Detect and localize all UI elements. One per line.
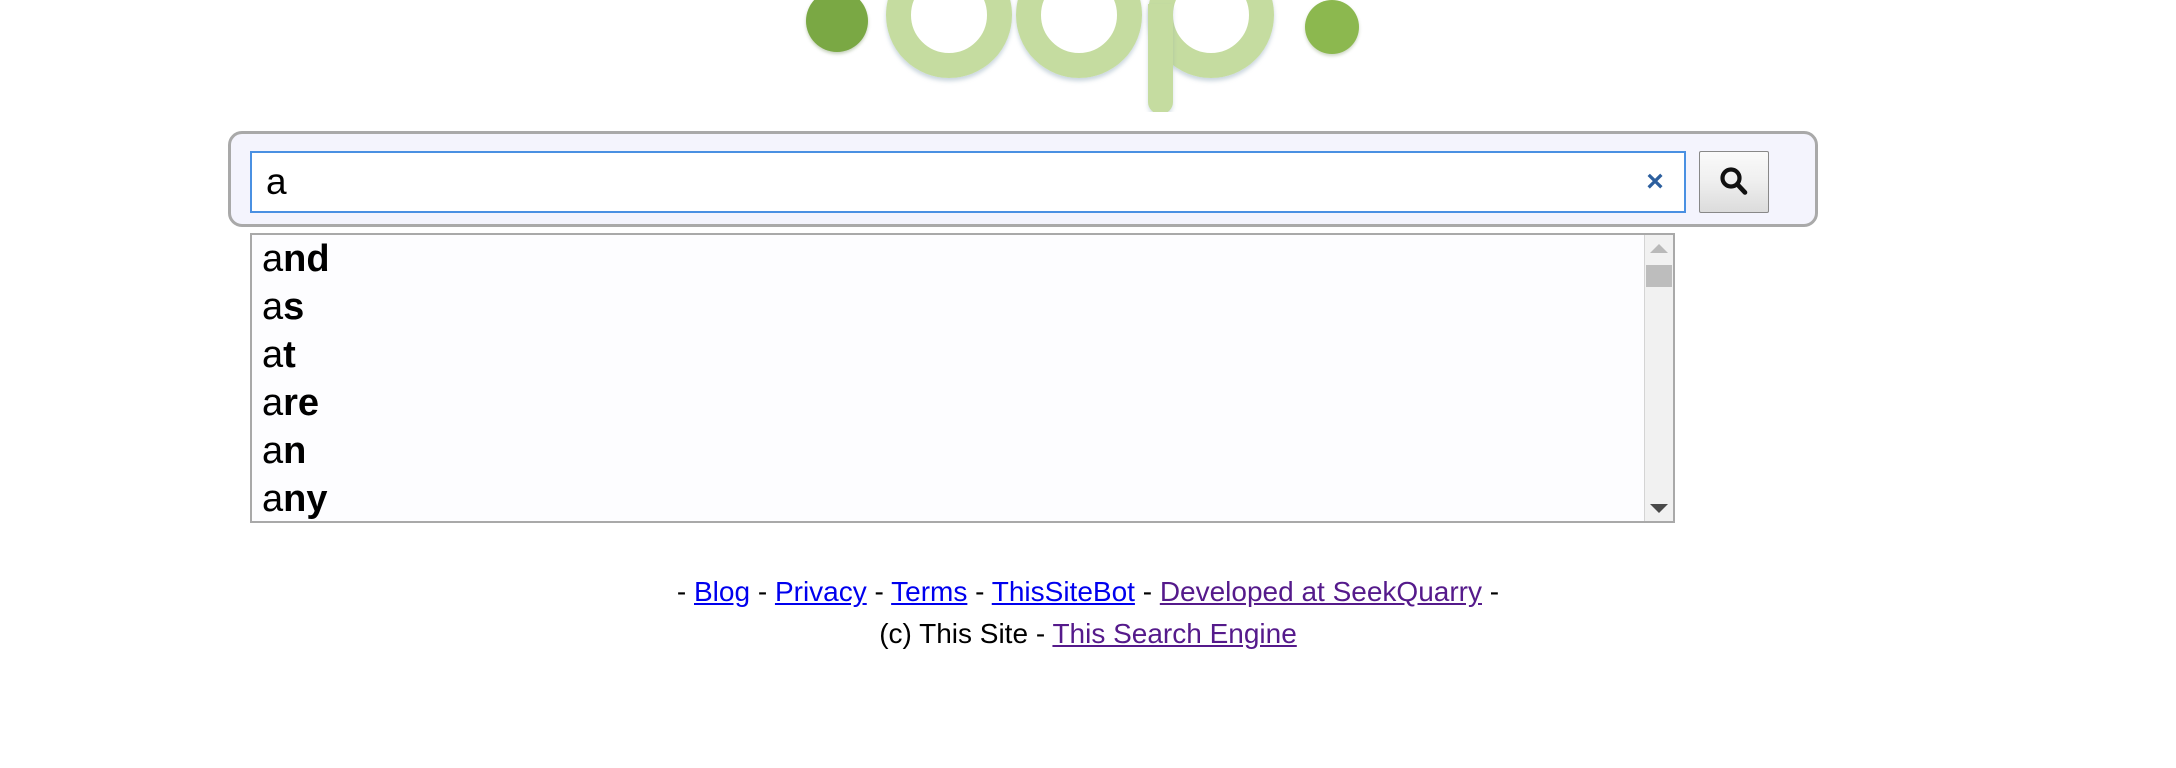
suggestions-scrollbar[interactable] [1644, 235, 1673, 521]
suggestion-item[interactable]: are [252, 379, 1643, 427]
logo-letter-p-stem-icon [1148, 4, 1173, 112]
search-submit-button[interactable] [1699, 151, 1769, 213]
suggestion-completion: re [283, 382, 320, 424]
search-input[interactable] [252, 153, 1632, 211]
footer-link-developed-at-seekquarry[interactable]: Developed at SeekQuarry [1160, 576, 1482, 607]
scroll-up-icon[interactable] [1645, 237, 1673, 259]
suggestion-prefix: a [262, 382, 284, 424]
suggestion-item[interactable]: at [252, 331, 1643, 379]
suggestion-item[interactable]: any [252, 475, 1643, 521]
footer-link-privacy[interactable]: Privacy [775, 576, 867, 607]
footer-link-terms[interactable]: Terms [891, 576, 967, 607]
logo-trailing-dot-icon [1305, 0, 1359, 54]
magnifier-icon [1720, 167, 1748, 195]
footer-link-this-search-engine[interactable]: This Search Engine [1052, 618, 1296, 649]
suggestion-prefix: a [262, 238, 284, 280]
logo-dot-i-icon [806, 0, 868, 52]
suggestion-list: and as at are an any [252, 235, 1643, 521]
search-bar-container: × [228, 131, 1818, 227]
page-footer: - Blog - Privacy - Terms - ThisSiteBot -… [0, 572, 2176, 654]
scrollbar-thumb[interactable] [1646, 265, 1672, 287]
scroll-down-icon[interactable] [1645, 497, 1673, 519]
suggestion-item[interactable]: as [252, 283, 1643, 331]
footer-separator: - [757, 576, 768, 607]
footer-separator: - [874, 576, 884, 607]
footer-link-blog[interactable]: Blog [694, 576, 750, 607]
footer-separator: - [1142, 576, 1153, 607]
site-logo[interactable] [0, 0, 2176, 112]
footer-copyright-row: (c) This Site - This Search Engine [0, 614, 2176, 654]
footer-lead-dash: - [676, 576, 687, 607]
suggestion-prefix: a [262, 286, 284, 328]
footer-trail-dash: - [1489, 576, 1500, 607]
logo-letter-o-first-icon [886, 0, 1012, 78]
copyright-text: (c) This Site [879, 618, 1029, 649]
search-form: × [250, 151, 1802, 213]
footer-separator: - [975, 576, 985, 607]
suggestion-completion: t [283, 334, 296, 376]
suggestion-completion: nd [283, 238, 330, 280]
suggestion-item[interactable]: and [252, 235, 1643, 283]
suggestion-completion: ny [283, 478, 328, 520]
suggestion-prefix: a [262, 478, 284, 520]
suggestion-prefix: a [262, 430, 284, 472]
logo-letter-o-second-icon [1016, 0, 1142, 78]
footer-link-thissitebot[interactable]: ThisSiteBot [992, 576, 1135, 607]
footer-links-row: - Blog - Privacy - Terms - ThisSiteBot -… [0, 572, 2176, 612]
search-input-wrapper[interactable]: × [250, 151, 1686, 213]
suggestion-prefix: a [262, 334, 284, 376]
suggestion-item[interactable]: an [252, 427, 1643, 475]
clear-search-icon[interactable]: × [1638, 165, 1672, 199]
footer-separator: - [1035, 618, 1046, 649]
suggestion-completion: s [283, 286, 305, 328]
suggestion-completion: n [283, 430, 307, 472]
search-suggestions-dropdown: and as at are an any [250, 233, 1675, 523]
